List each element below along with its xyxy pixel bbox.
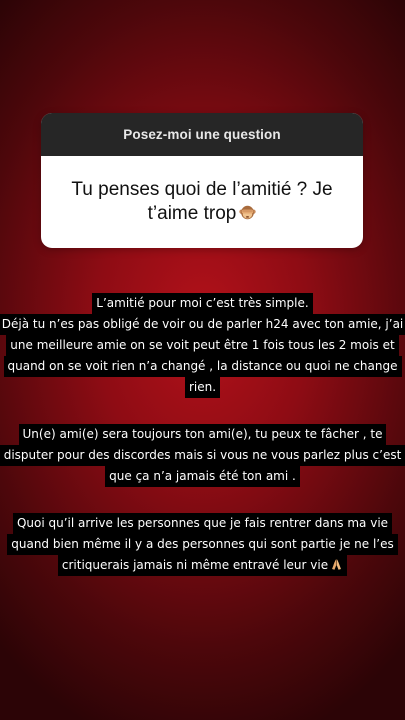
- answer-paragraph-3: Quoi qu’il arrive les personnes que je f…: [0, 513, 405, 576]
- answer-line-text: critiquerais jamais ni même entravé leur…: [61, 558, 329, 572]
- question-sticker[interactable]: Posez-moi une question Tu penses quoi de…: [41, 113, 363, 248]
- see-no-evil-monkey-icon: [239, 205, 257, 220]
- folded-hands-icon: [332, 559, 342, 570]
- question-sticker-prompt: Posez-moi une question: [123, 127, 281, 142]
- answer-line: Déjà tu n’es pas obligé de voir ou de pa…: [0, 314, 405, 335]
- question-sticker-body: Tu penses quoi de l’amitié ? Je t’aime tr…: [41, 156, 363, 248]
- answer-line: Quoi qu’il arrive les personnes que je f…: [12, 513, 393, 534]
- answer-line: quand on se voit rien n’a changé , la di…: [3, 356, 402, 377]
- answer-paragraph-1: L’amitié pour moi c’est très simple. Déj…: [0, 293, 405, 398]
- answer-line: que ça n’a jamais été ton ami .: [105, 466, 300, 487]
- question-text: Tu penses quoi de l’amitié ? Je t’aime tr…: [71, 178, 332, 226]
- answer-line: une meilleure amie on se voit peut être …: [6, 335, 399, 356]
- answer-line: Un(e) ami(e) sera toujours ton ami(e), t…: [18, 424, 387, 445]
- question-text-line-2: t’aime trop: [147, 203, 237, 224]
- answer-line: quand bien même il y a des personnes qui…: [7, 534, 398, 555]
- answer-line-last: critiquerais jamais ni même entravé leur…: [57, 555, 348, 576]
- answer-paragraph-2: Un(e) ami(e) sera toujours ton ami(e), t…: [0, 424, 405, 487]
- answer-line: rien.: [184, 377, 221, 398]
- question-text-line-1: Tu penses quoi de l’amitié ? Je: [71, 179, 333, 200]
- answer-line: L’amitié pour moi c’est très simple.: [92, 293, 313, 314]
- question-sticker-header: Posez-moi une question: [41, 113, 363, 156]
- answer-line: disputer pour des discordes mais si vous…: [0, 445, 405, 466]
